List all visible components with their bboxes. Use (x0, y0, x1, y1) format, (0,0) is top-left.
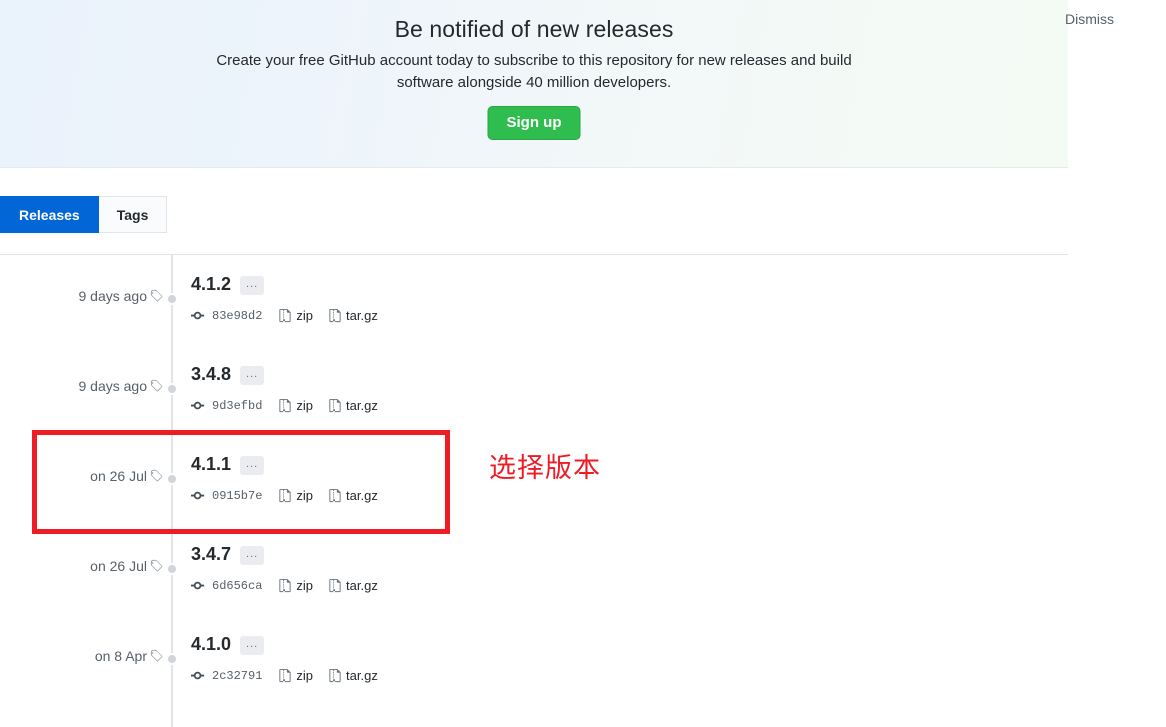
asset-label: zip (296, 398, 314, 413)
release-version-link[interactable]: 4.1.1 (191, 455, 231, 473)
release-body: 3.4.7... 6d656ca zip tar.gz (191, 543, 393, 593)
asset-label: tar.gz (346, 668, 378, 683)
release-assets-line: 2c32791 zip tar.gz (191, 668, 393, 683)
asset-label: zip (296, 668, 314, 683)
file-zip-icon (328, 668, 342, 683)
release-version-line: 4.1.2... (191, 273, 393, 295)
tag-icon (150, 559, 164, 578)
release-more-badge[interactable]: ... (240, 365, 265, 385)
signup-banner: Be notified of new releases Create your … (0, 0, 1068, 168)
github-releases-page: Be notified of new releases Create your … (0, 0, 1166, 727)
asset-download-tar-gz[interactable]: tar.gz (328, 488, 378, 503)
release-assets-line: 9d3efbd zip tar.gz (191, 398, 393, 413)
asset-download-zip[interactable]: zip (278, 398, 313, 413)
release-version-line: 4.1.0... (191, 633, 393, 655)
release-row: on 26 Jul 3.4.7... 6d656ca zip tar.gz (0, 525, 1068, 615)
dismiss-link[interactable]: Dismiss (1065, 11, 1114, 27)
tag-icon (150, 649, 164, 668)
release-version-link[interactable]: 4.1.2 (191, 275, 231, 293)
file-zip-icon (328, 578, 342, 593)
file-zip-icon (278, 308, 292, 323)
file-zip-icon (278, 668, 292, 683)
release-more-badge[interactable]: ... (240, 455, 265, 475)
git-commit-icon (191, 668, 206, 683)
asset-label: tar.gz (346, 398, 378, 413)
banner-subtitle: Create your free GitHub account today to… (216, 52, 852, 91)
release-date: 9 days ago (78, 378, 148, 394)
release-date: 9 days ago (78, 288, 148, 304)
git-commit-icon (191, 578, 206, 593)
sign-up-button[interactable]: Sign up (487, 106, 581, 140)
file-zip-icon (278, 398, 292, 413)
release-date: on 26 Jul (90, 468, 147, 484)
timeline-dot (166, 563, 178, 575)
commit-sha-link[interactable]: 83e98d2 (212, 309, 262, 323)
release-version-link[interactable]: 3.4.8 (191, 365, 231, 383)
asset-label: tar.gz (346, 488, 378, 503)
asset-download-tar-gz[interactable]: tar.gz (328, 578, 378, 593)
file-zip-icon (278, 578, 292, 593)
release-row: 9 days ago 3.4.8... 9d3efbd zip tar.gz (0, 345, 1068, 435)
release-body: 4.1.1... 0915b7e zip tar.gz (191, 453, 393, 503)
file-zip-icon (278, 488, 292, 503)
file-zip-icon (328, 398, 342, 413)
release-more-badge[interactable]: ... (240, 545, 265, 565)
asset-download-zip[interactable]: zip (278, 488, 313, 503)
asset-label: zip (296, 308, 314, 323)
release-row: on 8 Apr 4.1.0... 2c32791 zip tar.gz (0, 615, 1068, 705)
asset-label: zip (296, 578, 314, 593)
release-version-line: 3.4.7... (191, 543, 393, 565)
release-body: 3.4.8... 9d3efbd zip tar.gz (191, 363, 393, 413)
asset-download-tar-gz[interactable]: tar.gz (328, 308, 378, 323)
tab-releases[interactable]: Releases (0, 196, 99, 233)
release-more-badge[interactable]: ... (240, 275, 265, 295)
commit-sha-link[interactable]: 6d656ca (212, 579, 262, 593)
tab-tags[interactable]: Tags (98, 196, 168, 233)
release-body: 4.1.0... 2c32791 zip tar.gz (191, 633, 393, 683)
release-version-line: 4.1.1... (191, 453, 393, 475)
tab-tags-label: Tags (116, 206, 149, 223)
release-version-link[interactable]: 4.1.0 (191, 635, 231, 653)
asset-download-tar-gz[interactable]: tar.gz (328, 398, 378, 413)
releases-tabs: Releases Tags (0, 196, 168, 233)
release-assets-line: 83e98d2 zip tar.gz (191, 308, 393, 323)
timeline-dot (166, 383, 178, 395)
release-date: on 8 Apr (94, 648, 147, 664)
tag-icon (150, 289, 164, 308)
tab-releases-label: Releases (19, 206, 80, 223)
file-zip-icon (328, 488, 342, 503)
release-more-badge[interactable]: ... (240, 635, 265, 655)
release-assets-line: 6d656ca zip tar.gz (191, 578, 393, 593)
asset-label: zip (296, 488, 314, 503)
tag-icon (150, 379, 164, 398)
release-body: 4.1.2... 83e98d2 zip tar.gz (191, 273, 393, 323)
asset-download-tar-gz[interactable]: tar.gz (328, 668, 378, 683)
commit-sha-link[interactable]: 9d3efbd (212, 399, 262, 413)
commit-sha-link[interactable]: 0915b7e (212, 489, 262, 503)
commit-sha-link[interactable]: 2c32791 (212, 669, 262, 683)
git-commit-icon (191, 308, 206, 323)
asset-download-zip[interactable]: zip (278, 578, 313, 593)
git-commit-icon (191, 398, 206, 413)
release-date: on 26 Jul (90, 558, 147, 574)
git-commit-icon (191, 488, 206, 503)
release-assets-line: 0915b7e zip tar.gz (191, 488, 393, 503)
asset-label: tar.gz (346, 578, 378, 593)
asset-download-zip[interactable]: zip (278, 668, 313, 683)
file-zip-icon (328, 308, 342, 323)
asset-download-zip[interactable]: zip (278, 308, 313, 323)
annotation-label: 选择版本 (489, 453, 601, 484)
timeline-dot (166, 293, 178, 305)
tag-icon (150, 469, 164, 488)
banner-title: Be notified of new releases (394, 16, 674, 42)
release-version-line: 3.4.8... (191, 363, 393, 385)
release-row: 9 days ago 4.1.2... 83e98d2 zip tar.gz (0, 255, 1068, 345)
timeline-dot (166, 473, 178, 485)
asset-label: tar.gz (346, 308, 378, 323)
release-version-link[interactable]: 3.4.7 (191, 545, 231, 563)
timeline-dot (166, 653, 178, 665)
